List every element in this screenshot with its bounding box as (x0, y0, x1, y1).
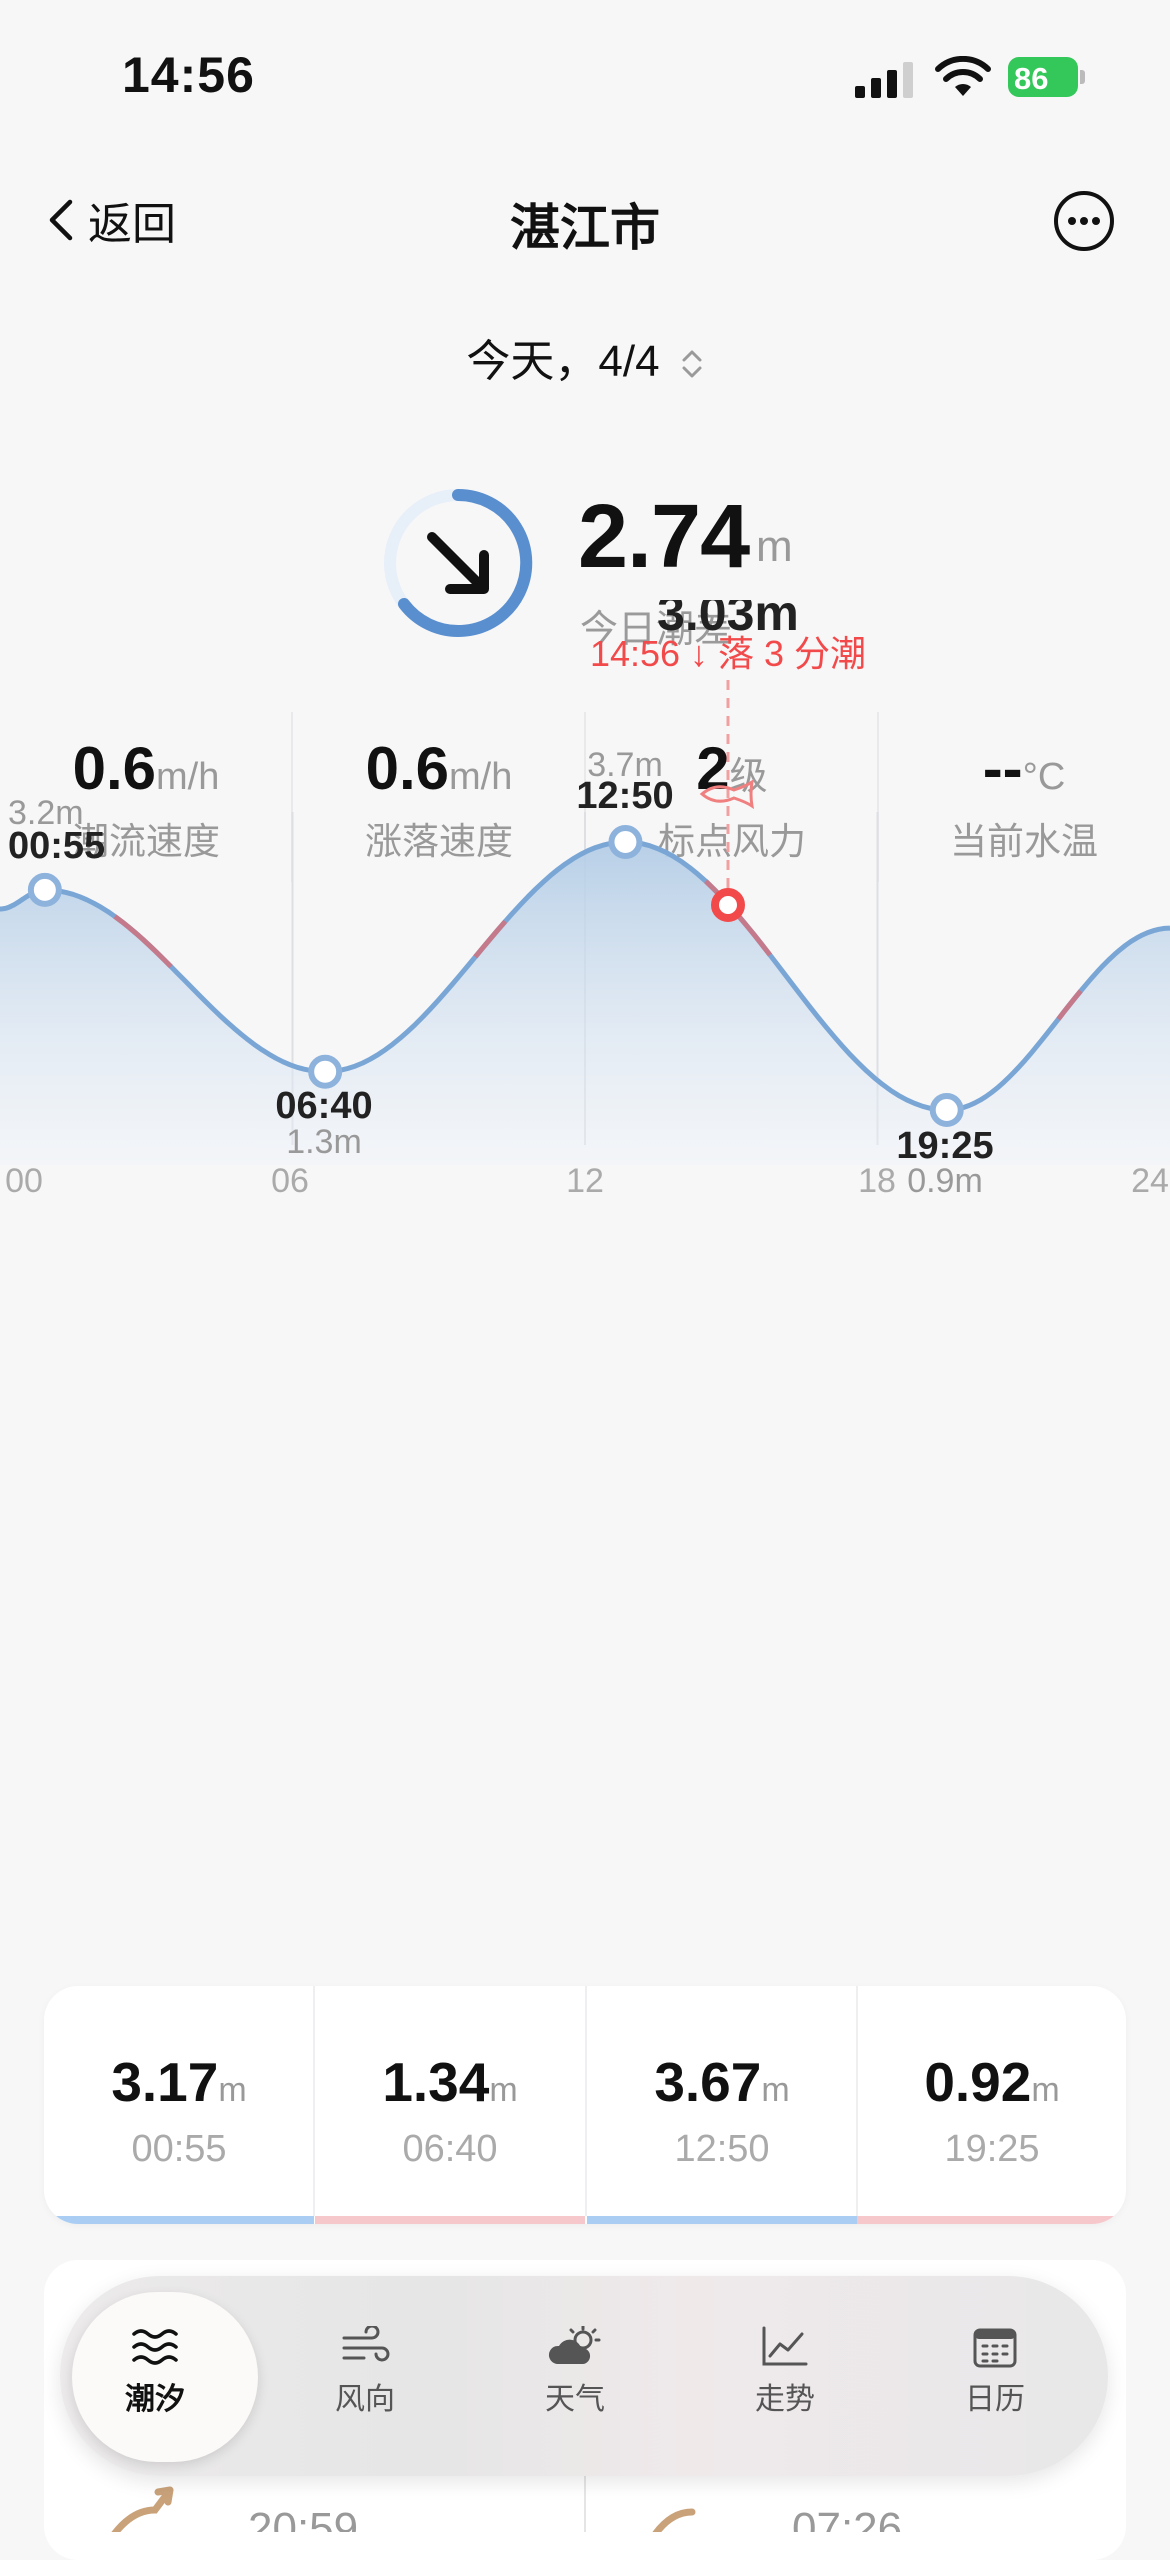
tab-calendar[interactable]: 日历 (900, 2276, 1090, 2476)
extreme-unit: m (761, 2071, 790, 2109)
extreme-point (308, 1054, 343, 1089)
battery-icon: 86 (1008, 57, 1086, 97)
page-title: 湛江市 (510, 200, 660, 256)
extreme-unit: m (218, 2071, 247, 2109)
tab-weather[interactable]: 天气 (480, 2276, 670, 2476)
current-status-label: 14:56 ↓ 落 3 分潮 (590, 633, 866, 674)
tide-range-unit: m (756, 522, 793, 571)
peek-time: 20:59 (248, 2504, 359, 2532)
tab-label: 走势 (755, 2383, 815, 2416)
extreme-point (27, 872, 62, 907)
extreme-cell[interactable]: 3.67m 12:50 (587, 1986, 857, 2224)
moon-icon (652, 2508, 696, 2532)
x-tick-label: 00 (5, 1162, 43, 1200)
extreme-point (929, 1093, 964, 1127)
tab-label: 潮汐 (125, 2383, 185, 2416)
current-point (711, 888, 745, 922)
x-tick-label: 18 (858, 1162, 896, 1200)
tide-range-value: 2.74 (578, 487, 750, 587)
tab-tide[interactable]: 潮汐 (60, 2276, 258, 2476)
x-tick-label: 24 (1131, 1162, 1169, 1200)
extreme-time-label: 06:40 (275, 1085, 372, 1127)
extreme-cell[interactable]: 1.34m 06:40 (315, 1986, 585, 2224)
calendar-icon (973, 2328, 1017, 2368)
tide-area (0, 842, 1170, 1165)
extreme-height-label: 1.3m (286, 1123, 362, 1161)
low-tide-bar (857, 2216, 1126, 2224)
date-label: 今天，4/4 (466, 337, 660, 386)
tab-bar: 潮汐 风向 天气 走势 日历 (60, 2276, 1108, 2476)
wind-icon (342, 2326, 390, 2362)
extreme-value: 3.17 (111, 2051, 219, 2113)
extreme-time: 00:55 (131, 2128, 227, 2170)
trend-icon (762, 2326, 808, 2366)
tab-label: 天气 (545, 2383, 605, 2416)
battery-level: 86 (1014, 61, 1049, 96)
extreme-time: 06:40 (402, 2128, 498, 2170)
signal-icon (855, 62, 913, 98)
weather-icon (548, 2326, 601, 2364)
extreme-time: 12:50 (674, 2128, 770, 2170)
date-selector[interactable]: 今天，4/4 (0, 325, 1170, 389)
extreme-unit: m (489, 2071, 518, 2109)
tide-chart[interactable]: 00:553.2m06:401.3m12:503.7m19:250.9m3.03… (0, 600, 1170, 1590)
wifi-icon (935, 56, 991, 96)
x-tick-label: 12 (566, 1162, 604, 1200)
extreme-height-label: 3.7m (587, 746, 663, 784)
status-time: 14:56 (122, 47, 255, 103)
extreme-point (608, 825, 643, 859)
low-tide-bar (315, 2216, 585, 2224)
extreme-value: 0.92 (924, 2051, 1032, 2113)
extreme-cell[interactable]: 3.17m 00:55 (44, 1986, 314, 2224)
extreme-value: 3.67 (654, 2051, 762, 2113)
peek-time: 07:26 (792, 2504, 903, 2532)
tab-trend[interactable]: 走势 (690, 2276, 880, 2476)
extreme-time-label: 19:25 (896, 1125, 993, 1167)
high-tide-bar (587, 2216, 857, 2224)
chevron-updown-icon (682, 350, 702, 378)
extreme-height-label: 0.9m (907, 1162, 983, 1200)
tab-wind[interactable]: 风向 (270, 2276, 460, 2476)
extreme-unit: m (1031, 2071, 1060, 2109)
extreme-value: 1.34 (382, 2051, 490, 2113)
more-icon[interactable] (1053, 190, 1115, 252)
extreme-height-label: 3.2m (8, 794, 84, 832)
tab-label: 风向 (335, 2383, 395, 2416)
waves-icon (132, 2329, 178, 2365)
extremes-card: 3.17m 00:55 1.34m 06:40 3.67m 12:50 0.92… (44, 1986, 1126, 2224)
sunset-icon (111, 2486, 174, 2532)
high-tide-bar (44, 2216, 314, 2224)
tab-label: 日历 (965, 2383, 1025, 2416)
extreme-time: 19:25 (944, 2128, 1040, 2170)
x-tick-label: 06 (271, 1162, 309, 1200)
extreme-cell[interactable]: 0.92m 19:25 (857, 1986, 1126, 2224)
